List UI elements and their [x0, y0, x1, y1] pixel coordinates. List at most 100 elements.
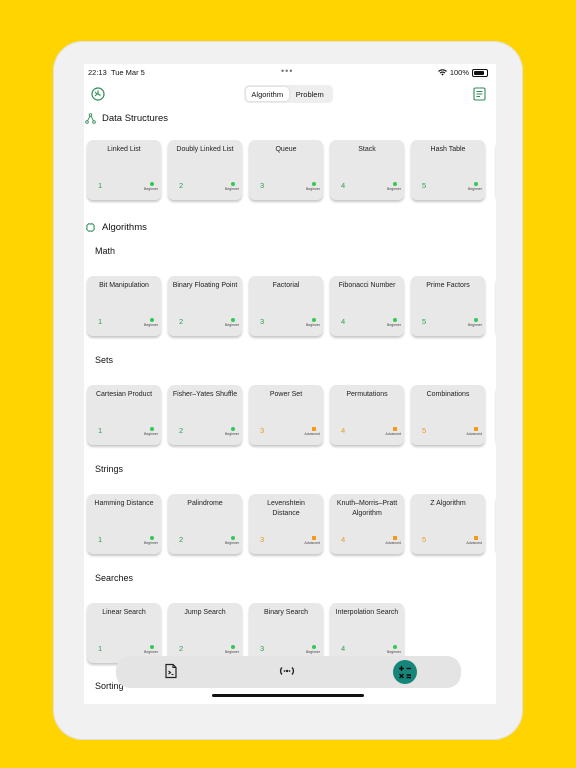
algorithm-card[interactable]: Doubly Linked List 2 Beginner [168, 140, 242, 200]
card-number: 1 [98, 426, 103, 435]
beginner-level-indicator [393, 645, 397, 649]
algorithm-card[interactable]: Linked List 1 Beginner [87, 140, 161, 200]
algorithm-card[interactable]: Cartesian Product 1 Beginner [87, 385, 161, 445]
status-right: 100% [437, 68, 488, 77]
multitask-dots[interactable]: ••• [281, 66, 293, 76]
advanced-level-indicator [393, 427, 397, 431]
card-number: 3 [260, 535, 265, 544]
algorithm-card[interactable]: Stack 4 Beginner [330, 140, 404, 200]
card-title: Palindrome [187, 500, 223, 507]
advanced-level-indicator [474, 427, 478, 431]
section-title-text: Algorithms [102, 222, 147, 233]
beginner-level-indicator [474, 318, 478, 322]
algorithm-card[interactable]: Binary Search 3 Beginner [249, 603, 323, 663]
advanced-level-indicator [393, 536, 397, 540]
segment-algorithm[interactable]: Algorithm [246, 87, 289, 101]
history-icon[interactable] [91, 87, 105, 101]
card-level-label: Beginner [224, 650, 239, 654]
card-level-label: Beginner [143, 323, 158, 327]
app-screen: 22:13 Tue Mar 5 ••• 100% Algorithm Probl… [84, 64, 496, 704]
card-level-label: Beginner [143, 650, 158, 654]
card-number: 5 [422, 181, 427, 190]
row-data-structures: Linked List 1 Beginner Doubly Linked List 2 B… [87, 140, 496, 202]
card-title: Cartesian Product [95, 391, 153, 398]
beginner-level-indicator [231, 645, 235, 649]
advanced-level-indicator [474, 536, 478, 540]
card-level-label: Beginner [467, 323, 482, 327]
algorithm-card[interactable]: Interpolation Search 4 Beginner [330, 603, 404, 663]
card-title: Bit Manipulation [99, 282, 149, 289]
top-bar: Algorithm Problem [84, 84, 496, 106]
beginner-level-indicator [393, 182, 397, 186]
beginner-level-indicator [474, 182, 478, 186]
wifi-icon [437, 69, 447, 76]
beginner-level-indicator [150, 536, 154, 540]
algorithm-card[interactable]: Palindrome 2 Beginner [168, 494, 242, 554]
bottom-tab-bar [116, 656, 461, 688]
card-level-label: Beginner [305, 323, 320, 327]
card-level-label: Beginner [467, 187, 482, 191]
algorithm-card[interactable]: Permutations 4 Advanced [330, 385, 404, 445]
algorithm-card[interactable]: Linear Search 1 Beginner [87, 603, 161, 663]
card-title: Stack [358, 146, 376, 153]
home-indicator[interactable] [212, 694, 364, 697]
broadcast-icon[interactable] [279, 663, 295, 679]
row-math: Bit Manipulation 1 Beginner Binary Floating… [87, 276, 496, 338]
card-number: 3 [260, 317, 265, 326]
advanced-level-indicator [312, 427, 316, 431]
beginner-level-indicator [312, 645, 316, 649]
gear-icon [86, 223, 95, 232]
beginner-level-indicator [231, 182, 235, 186]
card-title: Hash Table [430, 146, 466, 153]
card-title: Power Set [269, 391, 303, 398]
card-number: 2 [179, 317, 184, 326]
algorithm-card[interactable]: Knuth–Morris–Pratt Algorithm 4 Advanced [330, 494, 404, 554]
algorithm-card[interactable]: Z Algorithm 5 Advanced [411, 494, 485, 554]
beginner-level-indicator [393, 318, 397, 322]
code-file-icon[interactable] [163, 663, 179, 679]
card-title: Z Algorithm [430, 500, 466, 507]
card-number: 3 [260, 181, 265, 190]
card-number: 2 [179, 644, 184, 653]
algorithm-card[interactable]: Levenshtein Distance 3 Advanced [249, 494, 323, 554]
card-number: 4 [341, 426, 346, 435]
beginner-level-indicator [150, 182, 154, 186]
battery-percent: 100% [449, 68, 469, 77]
algorithm-card[interactable]: Combinations 5 Advanced [411, 385, 485, 445]
subsection-sets: Sets [95, 355, 114, 365]
card-number: 5 [422, 535, 427, 544]
document-icon[interactable] [473, 87, 486, 101]
algorithm-card[interactable]: Hash Table 5 Beginner [411, 140, 485, 200]
card-title: Fibonacci Number [338, 282, 396, 289]
card-number: 2 [179, 535, 184, 544]
algorithm-card[interactable]: Hamming Distance 1 Beginner [87, 494, 161, 554]
segment-problem[interactable]: Problem [289, 87, 332, 101]
algorithm-card[interactable]: Prime Factors 5 Beginner [411, 276, 485, 336]
battery-icon [472, 68, 488, 77]
algorithm-card[interactable]: Jump Search 2 Beginner [168, 603, 242, 663]
beginner-level-indicator [231, 318, 235, 322]
card-level-label: Beginner [143, 541, 158, 545]
card-number: 1 [98, 535, 103, 544]
beginner-level-indicator [312, 182, 316, 186]
algorithm-card[interactable]: Bit Manipulation 1 Beginner [87, 276, 161, 336]
subsection-math: Math [95, 246, 116, 256]
subsection-searches: Searches [95, 573, 134, 583]
card-number: 4 [341, 644, 346, 653]
card-number: 5 [422, 426, 427, 435]
calculator-tab-active[interactable] [393, 660, 417, 684]
card-title: Levenshtein Distance [267, 500, 305, 517]
beginner-level-indicator [312, 318, 316, 322]
beginner-level-indicator [231, 427, 235, 431]
algorithm-card[interactable]: Queue 3 Beginner [249, 140, 323, 200]
algorithm-card[interactable]: Fisher–Yates Shuffle 2 Beginner [168, 385, 242, 445]
card-level-label: Beginner [386, 187, 401, 191]
card-level-label: Beginner [143, 187, 158, 191]
card-title: Permutations [346, 391, 388, 398]
card-number: 5 [422, 317, 427, 326]
algorithm-card[interactable]: Power Set 3 Advanced [249, 385, 323, 445]
card-number: 3 [260, 426, 265, 435]
algorithm-card[interactable]: Factorial 3 Beginner [249, 276, 323, 336]
algorithm-card[interactable]: Fibonacci Number 4 Beginner [330, 276, 404, 336]
algorithm-card[interactable]: Binary Floating Point 2 Beginner [168, 276, 242, 336]
